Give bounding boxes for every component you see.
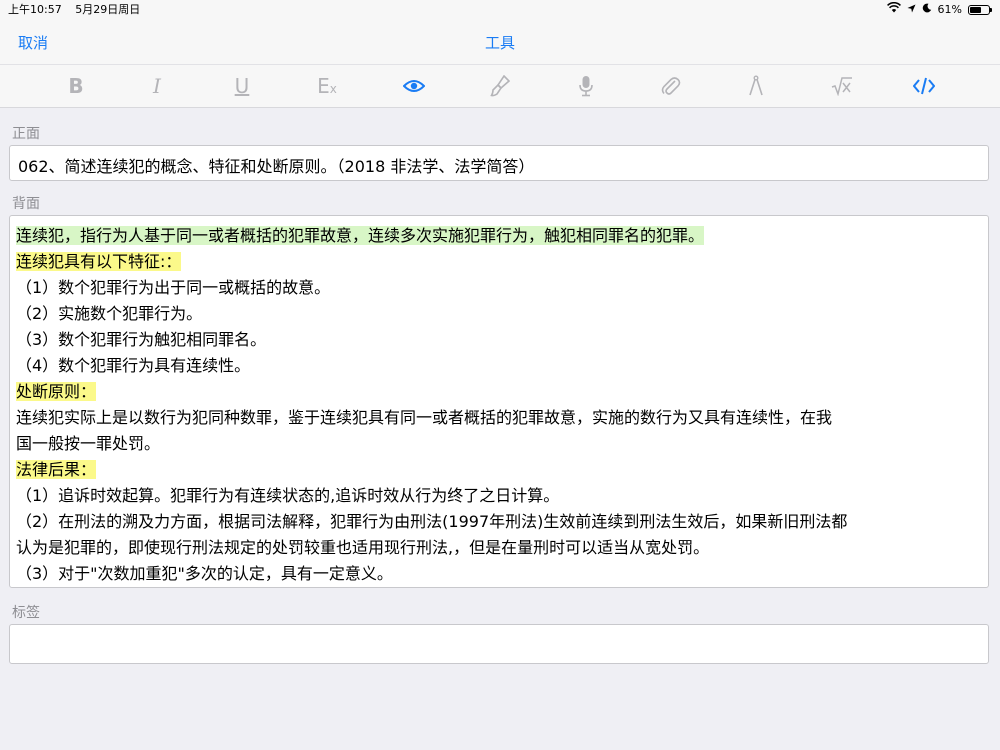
back-line-text: （1）追诉时效起算。犯罪行为有连续状态的,追诉时效从行为终了之日计算。 [16, 486, 560, 505]
back-line: 连续犯实际上是以数行为犯同种数罪，鉴于连续犯具有同一或者概括的犯罪故意，实施的数… [16, 405, 982, 431]
front-text: 062、简述连续犯的概念、特征和处断原则。（2018 非法学、法学简答） [18, 157, 535, 176]
back-line-text: （3）对于"次数加重犯"多次的认定，具有一定意义。 [16, 564, 393, 583]
back-line: （2）在刑法的溯及力方面，根据司法解释，犯罪行为由刑法(1997年刑法)生效前连… [16, 509, 982, 535]
compass-icon [748, 75, 764, 97]
back-line: （4）数个犯罪行为具有连续性。 [16, 353, 982, 379]
html-editor-button[interactable] [910, 73, 938, 99]
back-line-text: （3）数个犯罪行为触犯相同罪名。 [16, 330, 267, 349]
underline-icon: U [234, 74, 250, 98]
format-toolbar: B I U Ex [0, 64, 1000, 108]
status-date: 5月29日周日 [75, 3, 141, 16]
back-line: （2）实施数个犯罪行为。 [16, 301, 982, 327]
italic-icon: I [153, 74, 161, 98]
sqrt-x-icon [831, 76, 853, 96]
back-line: 国一般按一罪处罚。 [16, 431, 982, 457]
moon-icon [922, 0, 932, 20]
back-content: 连续犯，指行为人基于同一或者概括的犯罪故意，连续多次实施犯罪行为，触犯相同罪名的… [16, 223, 982, 587]
tags-label: 标签 [12, 605, 40, 621]
back-label: 背面 [12, 196, 40, 212]
back-line-text: （2）在刑法的溯及力方面，根据司法解释，犯罪行为由刑法(1997年刑法)生效前连… [16, 512, 848, 531]
record-button[interactable] [572, 73, 600, 99]
preview-button[interactable] [400, 73, 428, 99]
back-line-text: 连续犯具有以下特征:： [16, 252, 182, 271]
microphone-icon [578, 75, 594, 97]
back-line: 连续犯，指行为人基于同一或者概括的犯罪故意，连续多次实施犯罪行为，触犯相同罪名的… [16, 223, 982, 249]
location-icon [907, 0, 916, 20]
clear-format-button[interactable]: Ex [313, 73, 341, 99]
back-line-text: （2）实施数个犯罪行为。 [16, 304, 203, 323]
wifi-icon [886, 0, 901, 20]
code-icon [913, 77, 935, 95]
back-line: 认为是犯罪的，即使现行刑法规定的处罚较重也适用现行刑法,，但是在量刑时可以适当从… [16, 535, 982, 561]
back-field[interactable]: 连续犯，指行为人基于同一或者概括的犯罪故意，连续多次实施犯罪行为，触犯相同罪名的… [9, 215, 989, 588]
tags-field[interactable] [9, 624, 989, 664]
brush-icon [490, 75, 510, 97]
front-field[interactable]: 062、简述连续犯的概念、特征和处断原则。（2018 非法学、法学简答） [9, 145, 989, 181]
paperclip-icon [661, 75, 681, 97]
back-line: 法律后果： [16, 457, 982, 483]
clear-format-sub: x [329, 82, 337, 96]
nav-bar: 取消 工具 [0, 20, 1000, 64]
battery-icon [968, 5, 992, 15]
back-line: 处断原则： [16, 379, 982, 405]
back-line-text: 处断原则： [16, 382, 97, 401]
status-bar: 上午10:57 5月29日周日 61% [0, 0, 1000, 20]
back-line-text: 连续犯，指行为人基于同一或者概括的犯罪故意，连续多次实施犯罪行为，触犯相同罪名的… [16, 226, 705, 245]
status-time: 上午10:57 [8, 3, 62, 16]
back-line-text: 法律后果： [16, 460, 97, 479]
clear-format-icon: Ex [317, 74, 337, 98]
battery-fill [970, 7, 981, 13]
back-line-text: （4）数个犯罪行为具有连续性。 [16, 356, 251, 375]
back-line-text: （1）数个犯罪行为出于同一或概括的故意。 [16, 278, 331, 297]
eye-icon [403, 79, 425, 93]
attach-button[interactable] [657, 73, 685, 99]
back-line: （1）数个犯罪行为出于同一或概括的故意。 [16, 275, 982, 301]
italic-button[interactable]: I [143, 73, 171, 99]
brush-button[interactable] [486, 73, 514, 99]
back-line: （3）对于"次数加重犯"多次的认定，具有一定意义。 [16, 561, 982, 587]
clear-format-letter: E [317, 74, 330, 98]
back-line-text: 连续犯实际上是以数行为犯同种数罪，鉴于连续犯具有同一或者概括的犯罪故意，实施的数… [16, 408, 833, 427]
draw-button[interactable] [742, 73, 770, 99]
battery-percent: 61% [937, 3, 962, 16]
front-label: 正面 [12, 126, 40, 142]
back-line: 连续犯具有以下特征:： [16, 249, 982, 275]
back-line: （3）数个犯罪行为触犯相同罪名。 [16, 327, 982, 353]
back-line-text: 国一般按一罪处罚。 [16, 434, 161, 453]
back-line-text: 认为是犯罪的，即使现行刑法规定的处罚较重也适用现行刑法,，但是在量刑时可以适当从… [16, 538, 710, 557]
bold-button[interactable]: B [62, 73, 90, 99]
bold-icon: B [68, 74, 84, 98]
math-button[interactable] [828, 73, 856, 99]
underline-button[interactable]: U [228, 73, 256, 99]
back-line: （1）追诉时效起算。犯罪行为有连续状态的,追诉时效从行为终了之日计算。 [16, 483, 982, 509]
nav-title[interactable]: 工具 [0, 32, 1000, 53]
